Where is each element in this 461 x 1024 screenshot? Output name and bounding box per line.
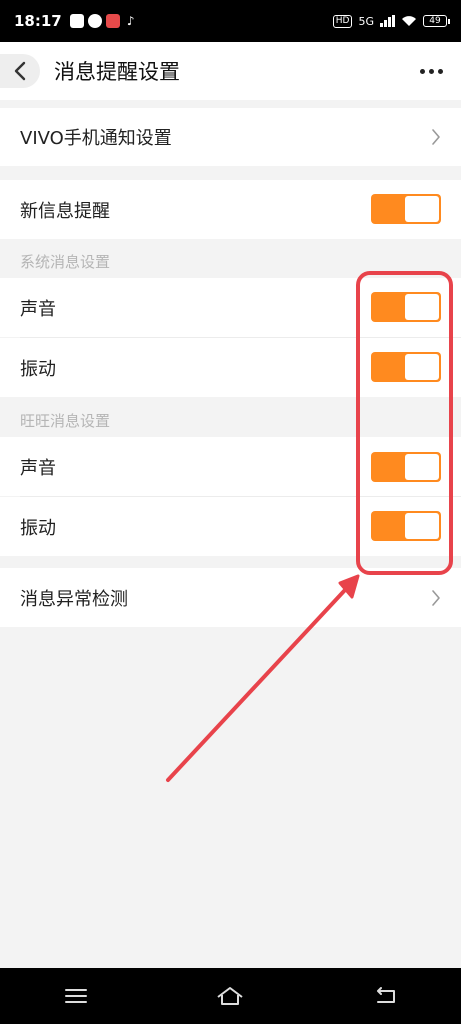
system-vibrate-toggle[interactable]: [371, 352, 441, 382]
wangwang-sound-row: 声音: [0, 437, 461, 496]
wangwang-sound-toggle[interactable]: [371, 452, 441, 482]
status-bar: 18:17 ♪ HD 5G 49: [0, 0, 461, 42]
network-type: 5G: [358, 14, 374, 28]
wifi-icon: [402, 16, 416, 26]
tiktok-icon: ♪: [126, 14, 135, 28]
system-sound-label: 声音: [20, 298, 56, 320]
system-sound-toggle[interactable]: [371, 292, 441, 322]
menu-icon[interactable]: [64, 987, 88, 1005]
message-exception-label: 消息异常检测: [20, 588, 128, 610]
hd-badge: HD: [332, 14, 353, 28]
system-section-label: 系统消息设置: [20, 253, 111, 271]
wangwang-vibrate-label: 振动: [20, 517, 56, 539]
back-button[interactable]: [0, 54, 40, 88]
new-message-toggle[interactable]: [371, 194, 441, 224]
back-icon[interactable]: [372, 986, 398, 1006]
wangwang-vibrate-toggle[interactable]: [371, 511, 441, 541]
status-indicators: HD 5G 49: [332, 14, 450, 28]
home-icon[interactable]: [215, 985, 245, 1007]
heart-app-icon: [105, 14, 120, 28]
vivo-notification-label: VIVO手机通知设置: [20, 128, 172, 149]
wangwang-vibrate-row: 振动: [0, 497, 461, 556]
system-vibrate-row: 振动: [0, 338, 461, 397]
page-title: 消息提醒设置: [54, 60, 180, 84]
chat-notification-icon: [87, 14, 102, 28]
system-vibrate-label: 振动: [20, 358, 56, 380]
new-message-alert-row: 新信息提醒: [0, 180, 461, 239]
status-time: 18:17: [14, 12, 62, 30]
header-bar: 消息提醒设置: [0, 42, 461, 100]
wangwang-section-label: 旺旺消息设置: [20, 412, 111, 430]
new-message-label: 新信息提醒: [20, 200, 110, 222]
wangwang-sound-label: 声音: [20, 457, 56, 479]
more-button[interactable]: [420, 68, 443, 74]
chevron-left-icon: [14, 61, 26, 81]
message-exception-detection-row[interactable]: 消息异常检测: [0, 568, 461, 627]
chevron-right-icon: [432, 129, 440, 145]
app-notification-icon: [69, 14, 84, 28]
more-dots-icon: [420, 68, 425, 74]
chevron-right-icon: [432, 589, 440, 606]
signal-icon: [380, 15, 395, 27]
system-navigation-bar: [0, 968, 461, 1024]
vivo-notification-settings-row[interactable]: VIVO手机通知设置: [0, 108, 461, 166]
system-sound-row: 声音: [0, 278, 461, 337]
battery-icon: 49: [423, 15, 450, 27]
